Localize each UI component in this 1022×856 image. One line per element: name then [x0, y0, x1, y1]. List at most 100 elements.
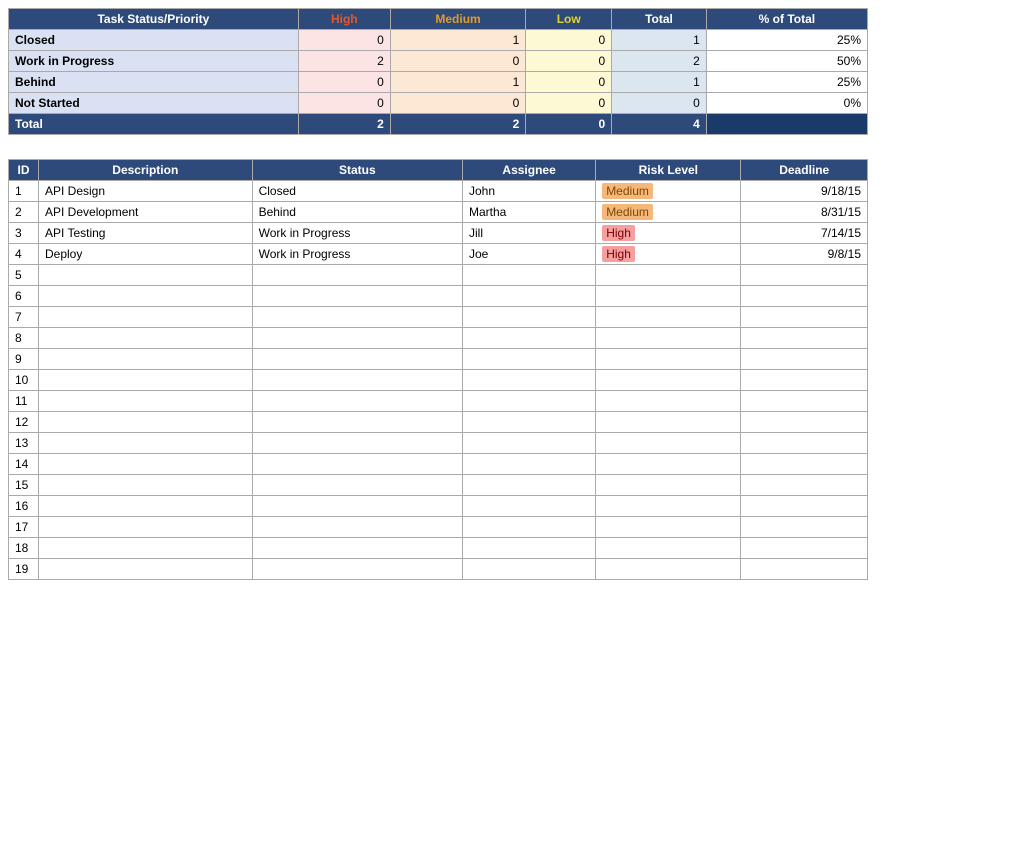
detail-empty-desc — [39, 496, 253, 517]
summary-cell-low: 0 — [526, 51, 612, 72]
summary-cell-total: 1 — [612, 72, 707, 93]
summary-header-medium: Medium — [390, 9, 525, 30]
detail-cell-id: 4 — [9, 244, 39, 265]
detail-empty-deadline — [741, 412, 868, 433]
summary-cell-high: 0 — [298, 93, 390, 114]
detail-empty-status — [252, 538, 462, 559]
detail-cell-risk: Medium — [596, 181, 741, 202]
detail-empty-assignee — [462, 454, 595, 475]
detail-empty-status — [252, 454, 462, 475]
detail-empty-risk — [596, 538, 741, 559]
detail-empty-id: 18 — [9, 538, 39, 559]
detail-header-risk: Risk Level — [596, 160, 741, 181]
detail-cell-id: 3 — [9, 223, 39, 244]
detail-empty-row: 8 — [9, 328, 868, 349]
summary-cell-medium: 0 — [390, 51, 525, 72]
detail-cell-deadline: 8/31/15 — [741, 202, 868, 223]
detail-empty-risk — [596, 559, 741, 580]
detail-cell-assignee: John — [462, 181, 595, 202]
detail-empty-desc — [39, 517, 253, 538]
detail-cell-deadline: 9/8/15 — [741, 244, 868, 265]
detail-header-assignee: Assignee — [462, 160, 595, 181]
detail-empty-assignee — [462, 307, 595, 328]
detail-empty-desc — [39, 349, 253, 370]
summary-cell-high: 0 — [298, 30, 390, 51]
detail-empty-status — [252, 412, 462, 433]
detail-empty-status — [252, 559, 462, 580]
detail-cell-deadline: 7/14/15 — [741, 223, 868, 244]
detail-empty-status — [252, 265, 462, 286]
detail-empty-id: 8 — [9, 328, 39, 349]
summary-row: Closed 0 1 0 1 25% — [9, 30, 868, 51]
detail-empty-desc — [39, 328, 253, 349]
detail-empty-deadline — [741, 496, 868, 517]
detail-header-status: Status — [252, 160, 462, 181]
summary-total-low: 0 — [526, 114, 612, 135]
risk-badge: Medium — [602, 204, 653, 220]
detail-empty-status — [252, 391, 462, 412]
detail-empty-risk — [596, 412, 741, 433]
detail-empty-desc — [39, 454, 253, 475]
detail-empty-status — [252, 517, 462, 538]
detail-empty-row: 9 — [9, 349, 868, 370]
detail-empty-id: 9 — [9, 349, 39, 370]
detail-empty-status — [252, 496, 462, 517]
detail-empty-desc — [39, 475, 253, 496]
detail-empty-row: 10 — [9, 370, 868, 391]
detail-empty-risk — [596, 475, 741, 496]
detail-cell-description: Deploy — [39, 244, 253, 265]
summary-cell-medium: 1 — [390, 72, 525, 93]
detail-cell-status: Work in Progress — [252, 244, 462, 265]
summary-cell-low: 0 — [526, 72, 612, 93]
summary-cell-low: 0 — [526, 93, 612, 114]
detail-empty-assignee — [462, 559, 595, 580]
detail-empty-risk — [596, 517, 741, 538]
detail-empty-desc — [39, 538, 253, 559]
detail-empty-status — [252, 349, 462, 370]
detail-cell-assignee: Martha — [462, 202, 595, 223]
detail-empty-desc — [39, 286, 253, 307]
detail-cell-assignee: Joe — [462, 244, 595, 265]
detail-empty-row: 15 — [9, 475, 868, 496]
detail-empty-deadline — [741, 475, 868, 496]
detail-empty-risk — [596, 496, 741, 517]
summary-cell-total: 0 — [612, 93, 707, 114]
detail-empty-desc — [39, 559, 253, 580]
summary-cell-status: Work in Progress — [9, 51, 299, 72]
summary-cell-status: Behind — [9, 72, 299, 93]
summary-row: Work in Progress 2 0 0 2 50% — [9, 51, 868, 72]
summary-total-high: 2 — [298, 114, 390, 135]
summary-cell-high: 2 — [298, 51, 390, 72]
detail-empty-assignee — [462, 475, 595, 496]
summary-cell-status: Closed — [9, 30, 299, 51]
detail-empty-deadline — [741, 391, 868, 412]
summary-cell-pct: 0% — [706, 93, 867, 114]
detail-header-desc: Description — [39, 160, 253, 181]
detail-empty-row: 11 — [9, 391, 868, 412]
detail-cell-description: API Testing — [39, 223, 253, 244]
summary-cell-total: 1 — [612, 30, 707, 51]
detail-empty-risk — [596, 391, 741, 412]
detail-empty-assignee — [462, 412, 595, 433]
detail-empty-assignee — [462, 433, 595, 454]
summary-cell-medium: 0 — [390, 93, 525, 114]
detail-empty-risk — [596, 328, 741, 349]
detail-empty-row: 17 — [9, 517, 868, 538]
detail-empty-deadline — [741, 349, 868, 370]
detail-empty-desc — [39, 391, 253, 412]
detail-table: ID Description Status Assignee Risk Leve… — [8, 159, 868, 580]
detail-empty-status — [252, 286, 462, 307]
risk-badge: High — [602, 225, 635, 241]
summary-cell-pct: 25% — [706, 30, 867, 51]
detail-empty-risk — [596, 433, 741, 454]
detail-empty-risk — [596, 370, 741, 391]
detail-empty-risk — [596, 265, 741, 286]
detail-row: 3 API Testing Work in Progress Jill High… — [9, 223, 868, 244]
detail-empty-risk — [596, 307, 741, 328]
summary-header-status: Task Status/Priority — [9, 9, 299, 30]
summary-cell-low: 0 — [526, 30, 612, 51]
risk-badge: Medium — [602, 183, 653, 199]
detail-empty-desc — [39, 433, 253, 454]
detail-empty-id: 5 — [9, 265, 39, 286]
detail-empty-deadline — [741, 517, 868, 538]
